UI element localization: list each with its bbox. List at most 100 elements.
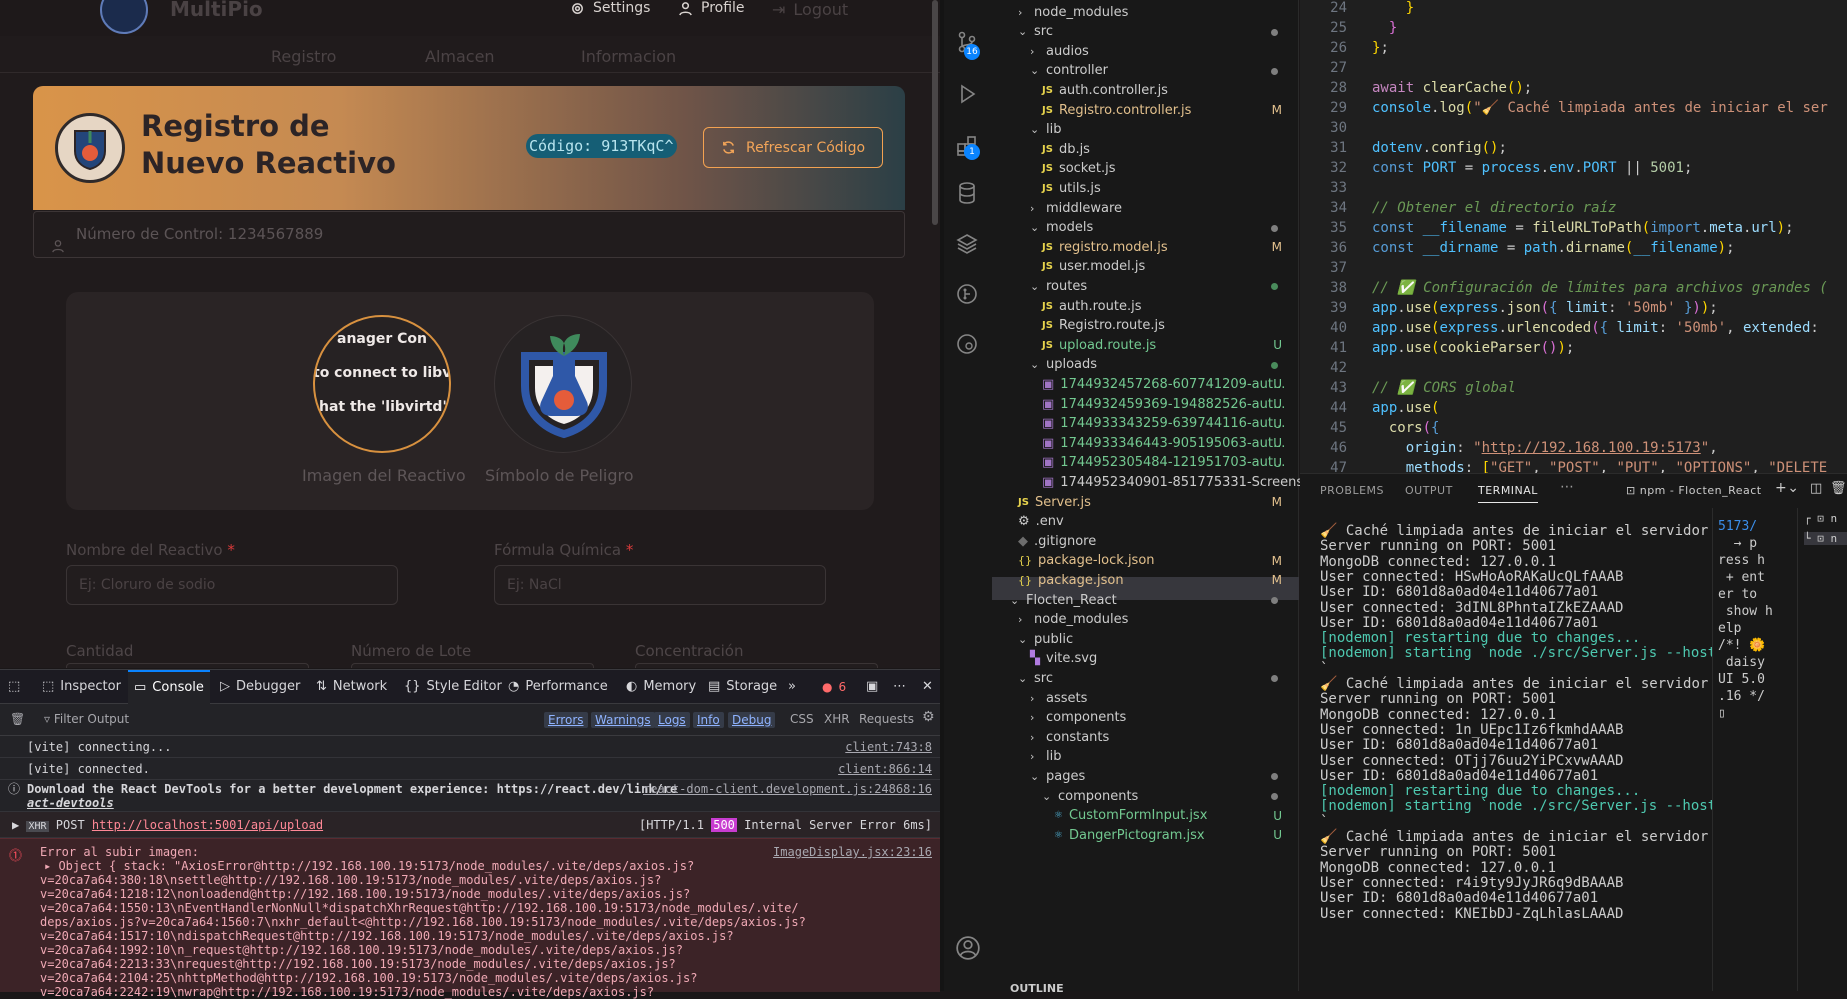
reagent-image-preview[interactable]: anager Con to connect to libv hat the 'l… xyxy=(313,315,451,453)
account-icon[interactable] xyxy=(955,935,981,961)
more-panels-icon[interactable]: ⋯ xyxy=(1560,479,1575,495)
javascript-file-icon: JS xyxy=(1042,104,1053,116)
request-url[interactable]: http://localhost:5001/api/upload xyxy=(92,818,323,832)
tab-output[interactable]: OUTPUT xyxy=(1405,484,1453,497)
close-icon[interactable]: ✕ xyxy=(922,670,933,704)
tab-problems[interactable]: PROBLEMS xyxy=(1320,484,1384,497)
nav-tab-registro[interactable]: Registro xyxy=(271,47,336,66)
message-source[interactable]: react-dom-client.development.js:24868:16 xyxy=(643,782,932,796)
terminal-line: [nodemon] starting `node ./src/Server.js… xyxy=(1320,798,1717,815)
terminal-split-pane[interactable]: 5173/ → p ress h + ent er to show h elp /*! … xyxy=(1712,508,1797,991)
layers-icon[interactable] xyxy=(955,232,981,258)
tab-storage[interactable]: ▤ Storage xyxy=(708,670,777,704)
tab-style-editor[interactable]: {} Style Editor xyxy=(404,670,502,704)
javascript-file-icon: JS xyxy=(1042,300,1053,312)
terminal-list-item[interactable]: ┌ ⊡ n xyxy=(1804,512,1837,525)
nav-tab-informacion[interactable]: Informacion xyxy=(581,47,676,66)
tree-item-label: public xyxy=(1034,631,1074,647)
error-count: 6 xyxy=(838,680,847,694)
error-count-badge[interactable]: ● 6 xyxy=(822,670,846,704)
tab-performance[interactable]: ◔ Performance xyxy=(508,670,608,704)
level-debug[interactable]: Debug xyxy=(728,712,776,728)
trash-icon[interactable]: 🗑 xyxy=(10,712,25,726)
run-debug-icon[interactable] xyxy=(955,82,981,108)
logout-link[interactable]: ⇥ Logout xyxy=(772,0,848,19)
git-status-badge: M xyxy=(1271,103,1282,117)
danger-pictogram[interactable] xyxy=(494,315,632,453)
settings-label: Settings xyxy=(593,0,651,16)
status-text: Internal Server Error 6ms] xyxy=(744,818,932,832)
message-source[interactable]: client:743:8 xyxy=(845,736,932,758)
filter-xhr[interactable]: XHR xyxy=(824,712,850,726)
quantity-input[interactable] xyxy=(66,663,309,668)
tree-item[interactable]: JS Registro.controller.js xyxy=(1042,99,1191,121)
database-icon[interactable] xyxy=(955,181,981,207)
console-settings-icon[interactable]: ⚙ xyxy=(922,709,935,725)
level-logs[interactable]: Logs xyxy=(654,712,690,728)
nav-tab-almacen[interactable]: Almacen xyxy=(425,47,495,66)
network-request-row[interactable]: ▶ XHR POST http://localhost:5001/api/upl… xyxy=(0,812,940,838)
pick-element-icon[interactable]: ⬚ xyxy=(8,670,20,704)
info-icon: ⓘ xyxy=(8,782,21,796)
app-logo[interactable] xyxy=(100,0,148,34)
remote-explorer-icon[interactable] xyxy=(955,332,981,358)
dock-icon[interactable]: ▣ xyxy=(866,670,878,704)
tab-terminal[interactable]: TERMINAL xyxy=(1478,484,1538,503)
control-number-field[interactable]: Número de Control: 1234567889 xyxy=(33,211,905,258)
console-icon: ▭ xyxy=(134,680,147,695)
settings-link[interactable]: Settings xyxy=(570,0,650,16)
terminal-selector[interactable]: ⊡ npm - Flocten_React xyxy=(1626,484,1762,497)
tree-item-label: db.js xyxy=(1058,141,1090,157)
tab-network[interactable]: ⇅ Network xyxy=(316,670,387,704)
page-title: Registro de Nuevo Reactivo xyxy=(141,109,396,180)
more-tabs-icon[interactable]: » xyxy=(788,670,796,704)
stack-line: v=20ca7a64:1550:13\nEventHandlerNonNull*… xyxy=(40,901,799,915)
tab-performance-label: Performance xyxy=(525,679,608,694)
error-source[interactable]: ImageDisplay.jsx:23:16 xyxy=(773,845,932,859)
formula-input[interactable]: Ej: NaCl xyxy=(494,565,826,605)
terminal-list-item[interactable]: └ ⊡ n xyxy=(1804,532,1847,545)
explorer-sidebar: › node_modules ⌄ src › audios ⌄ controller JS aut… xyxy=(992,0,1324,995)
tab-debugger[interactable]: ▷ Debugger xyxy=(220,670,300,704)
name-input[interactable]: Ej: Cloruro de sodio xyxy=(66,565,398,605)
filter-css[interactable]: CSS xyxy=(790,712,814,726)
chevron-right-icon: › xyxy=(1030,711,1035,725)
storage-icon: ▤ xyxy=(708,679,721,694)
outline-section[interactable]: OUTLINE xyxy=(1010,982,1064,995)
line-number: 44 xyxy=(1330,400,1347,416)
tree-item-label: pages xyxy=(1046,768,1086,784)
trash-icon[interactable]: 🗑 xyxy=(1830,481,1847,496)
code-line: // ✅ Configuración de límites para archi… xyxy=(1372,280,1828,296)
tree-item[interactable]: ⚛ DangerPictogram.jsx xyxy=(1054,824,1205,846)
control-number-value: Número de Control: 1234567889 xyxy=(76,225,324,243)
tab-storage-label: Storage xyxy=(726,679,778,694)
image-preview-line: anager Con xyxy=(337,331,428,347)
tree-item-label: DangerPictogram.jsx xyxy=(1068,827,1205,843)
tab-inspector[interactable]: ⬚ Inspector xyxy=(42,670,121,704)
network-icon: ⇅ xyxy=(316,679,327,694)
tab-console[interactable]: ▭ Console xyxy=(128,670,210,704)
console-filter-input[interactable]: ▿ Filter Output xyxy=(44,712,129,726)
code-editor[interactable]: 24 25 26 27 28 29 30 31 32 33 34 35 36 37 38 39 40 41 42 43… xyxy=(1300,0,1847,473)
level-info[interactable]: Info xyxy=(693,712,724,728)
profile-link[interactable]: Profile xyxy=(678,0,745,16)
stack-line[interactable]: ▸ Object { stack: "AxiosError@http://192… xyxy=(44,859,694,873)
filter-requests[interactable]: Requests xyxy=(859,712,914,726)
git-graph-icon[interactable] xyxy=(955,282,981,308)
terminal-side-line: /*! 🌼 xyxy=(1718,638,1766,653)
split-terminal-icon[interactable]: ◫ xyxy=(1810,481,1823,496)
new-terminal-icon[interactable]: +⌄ xyxy=(1775,480,1799,496)
refresh-code-button[interactable]: Refrescar Código xyxy=(703,127,883,168)
page-scrollbar[interactable] xyxy=(932,0,938,225)
menu-dots-icon[interactable]: ⋯ xyxy=(893,670,906,704)
lot-input[interactable] xyxy=(351,663,594,668)
message-text-cont[interactable]: act-devtools xyxy=(27,796,940,810)
message-source[interactable]: client:866:14 xyxy=(838,758,932,780)
concentration-input[interactable] xyxy=(635,663,878,668)
code-line: } xyxy=(1388,20,1398,36)
level-errors[interactable]: Errors xyxy=(544,712,588,728)
code-line: const __dirname = path.dirname(__filenam… xyxy=(1372,240,1735,256)
level-warnings[interactable]: Warnings xyxy=(591,712,655,728)
tab-memory[interactable]: ◐ Memory xyxy=(626,670,696,704)
line-number: 40 xyxy=(1330,320,1347,336)
